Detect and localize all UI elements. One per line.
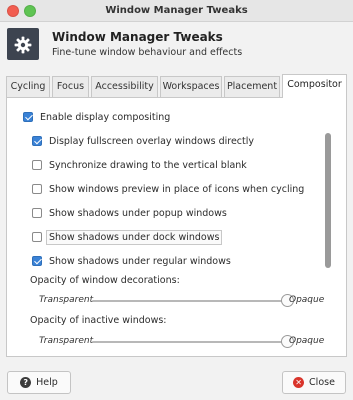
checkbox-label: Display fullscreen overlay windows direc… — [49, 135, 255, 147]
dock-shadows-checkbox[interactable]: Show shadows under dock windows — [32, 229, 223, 245]
regular-shadows-checkbox[interactable]: Show shadows under regular windows — [32, 253, 231, 269]
fullscreen-overlay-checkbox[interactable]: Display fullscreen overlay windows direc… — [32, 133, 254, 149]
checkbox-unchecked[interactable] — [32, 184, 42, 194]
tab-accessibility[interactable]: Accessibility — [91, 76, 158, 97]
slider-max-label: Opaque — [289, 295, 325, 305]
tab-placement[interactable]: Placement — [224, 76, 280, 97]
title-bar[interactable]: Window Manager Tweaks — [0, 0, 353, 22]
help-button-label: Help — [36, 377, 58, 388]
close-button[interactable]: ✕ Close — [282, 371, 346, 394]
checkbox-label: Enable display compositing — [40, 111, 171, 123]
slider-min-label: Transparent — [39, 295, 94, 305]
checkbox-label: Show windows preview in place of icons w… — [49, 183, 305, 195]
inactive-opacity-slider[interactable]: Transparent Opaque — [39, 335, 324, 349]
gear-icon — [14, 36, 32, 54]
inactive-opacity-label: Opacity of inactive windows: — [30, 315, 167, 326]
window-preview-checkbox[interactable]: Show windows preview in place of icons w… — [32, 181, 304, 197]
popup-shadows-checkbox[interactable]: Show shadows under popup windows — [32, 205, 227, 221]
checkbox-label: Show shadows under popup windows — [49, 207, 227, 219]
checkbox-label: Show shadows under regular windows — [49, 255, 231, 267]
slider-track[interactable] — [92, 341, 287, 343]
window: Window Manager Tweaks Window Manager Twe… — [0, 0, 353, 400]
slider-min-label: Transparent — [39, 336, 94, 346]
checkbox-unchecked[interactable] — [32, 208, 42, 218]
close-icon: ✕ — [293, 377, 305, 388]
checkbox-unchecked[interactable] — [32, 232, 42, 242]
settings-gear-icon — [7, 28, 39, 60]
checkbox-unchecked[interactable] — [32, 160, 42, 170]
tab-focus[interactable]: Focus — [52, 76, 89, 97]
compositor-panel: Enable display compositing Display fulls… — [6, 97, 347, 357]
decorations-opacity-label: Opacity of window decorations: — [30, 275, 180, 286]
dialog-header: Window Manager Tweaks Fine-tune window b… — [0, 22, 353, 68]
checkbox-label: Show shadows under dock windows — [46, 229, 223, 245]
close-button-label: Close — [309, 377, 335, 388]
window-title: Window Manager Tweaks — [105, 5, 248, 16]
slider-max-label: Opaque — [289, 336, 325, 346]
help-button[interactable]: ? Help — [7, 371, 71, 394]
checkbox-checked[interactable] — [32, 136, 42, 146]
enable-compositing-checkbox[interactable]: Enable display compositing — [23, 109, 170, 125]
vblank-sync-checkbox[interactable]: Synchronize drawing to the vertical blan… — [32, 157, 247, 173]
vertical-scrollbar[interactable] — [325, 133, 331, 268]
tab-workspaces[interactable]: Workspaces — [160, 76, 222, 97]
tab-bar: Cycling Focus Accessibility Workspaces P… — [6, 74, 347, 98]
slider-track[interactable] — [92, 300, 287, 302]
header-subtitle: Fine-tune window behaviour and effects — [52, 47, 243, 58]
tab-cycling[interactable]: Cycling — [6, 76, 50, 97]
checkbox-checked[interactable] — [32, 256, 42, 266]
checkbox-label: Synchronize drawing to the vertical blan… — [49, 159, 247, 171]
header-title: Window Manager Tweaks — [52, 30, 223, 44]
decorations-opacity-slider[interactable]: Transparent Opaque — [39, 294, 324, 308]
tab-compositor[interactable]: Compositor — [282, 74, 347, 98]
help-icon: ? — [20, 377, 32, 388]
checkbox-checked[interactable] — [23, 112, 33, 122]
